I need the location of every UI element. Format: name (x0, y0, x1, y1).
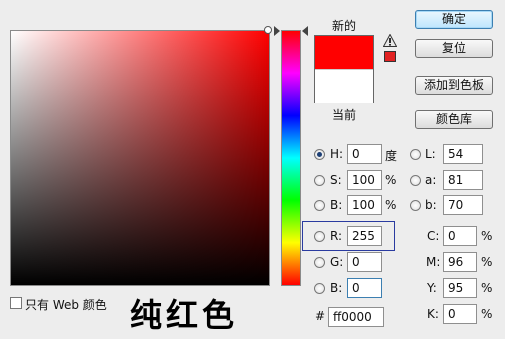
y-label: Y: (427, 281, 437, 295)
y-field[interactable]: 95 (443, 278, 477, 298)
brightness-unit: % (385, 198, 397, 212)
a-radio[interactable] (410, 175, 421, 186)
color-field[interactable] (10, 30, 270, 286)
hue-slider-handle-left[interactable] (274, 26, 280, 36)
s-field[interactable]: 100 (347, 170, 382, 190)
brightness-radio[interactable] (314, 200, 325, 211)
a-label: a: (425, 173, 437, 187)
a-field[interactable]: 81 (443, 170, 483, 190)
hue-slider[interactable] (281, 30, 301, 286)
lab-b-field[interactable]: 70 (443, 195, 483, 215)
l-label: L: (425, 147, 436, 161)
only-web-colors-label: 只有 Web 颜色 (25, 298, 107, 312)
blue-field[interactable]: 0 (347, 278, 382, 298)
blue-radio[interactable] (314, 283, 325, 294)
h-unit: 度 (385, 149, 398, 163)
only-web-colors-checkbox[interactable] (10, 297, 22, 309)
c-field[interactable]: 0 (443, 226, 477, 246)
color-preview (314, 35, 374, 103)
k-field[interactable]: 0 (443, 304, 477, 324)
new-color-label: 新的 (332, 19, 357, 33)
g-field[interactable]: 0 (347, 252, 382, 272)
gamut-correction-swatch[interactable] (384, 51, 396, 62)
current-color-swatch[interactable] (315, 69, 373, 103)
r-radio[interactable] (314, 231, 325, 242)
hex-field[interactable]: ff0000 (328, 307, 384, 327)
g-radio[interactable] (314, 257, 325, 268)
gamut-warning-icon[interactable] (383, 34, 397, 47)
s-label: S: (330, 173, 342, 187)
brightness-field[interactable]: 100 (347, 195, 382, 215)
add-to-swatches-button[interactable]: 添加到色板 (415, 76, 493, 95)
c-unit: % (481, 229, 493, 243)
l-field[interactable]: 54 (443, 144, 483, 164)
k-unit: % (481, 307, 493, 321)
m-label: M: (426, 255, 441, 269)
new-color-swatch (315, 36, 373, 69)
color-field-marker[interactable] (264, 26, 272, 34)
m-unit: % (481, 255, 493, 269)
color-libraries-button[interactable]: 颜色库 (415, 110, 493, 129)
r-label: R: (330, 229, 343, 243)
lab-b-radio[interactable] (410, 200, 421, 211)
blue-label: B: (330, 281, 343, 295)
lab-b-label: b: (425, 198, 437, 212)
h-label: H: (330, 147, 344, 161)
hue-slider-handle-right[interactable] (302, 26, 308, 36)
l-radio[interactable] (410, 149, 421, 160)
hex-label: # (315, 309, 326, 323)
h-radio[interactable] (314, 149, 325, 160)
s-unit: % (385, 173, 397, 187)
brightness-label: B: (330, 198, 343, 212)
r-field[interactable]: 255 (347, 226, 382, 246)
overlay-caption: 纯红色 (130, 296, 239, 334)
h-field[interactable]: 0 (347, 144, 382, 164)
ok-button[interactable]: 确定 (415, 10, 493, 29)
m-field[interactable]: 96 (443, 252, 477, 272)
reset-button[interactable]: 复位 (415, 39, 493, 58)
current-color-label: 当前 (332, 108, 357, 122)
c-label: C: (427, 229, 440, 243)
y-unit: % (481, 281, 493, 295)
g-label: G: (330, 255, 344, 269)
s-radio[interactable] (314, 175, 325, 186)
k-label: K: (427, 307, 439, 321)
